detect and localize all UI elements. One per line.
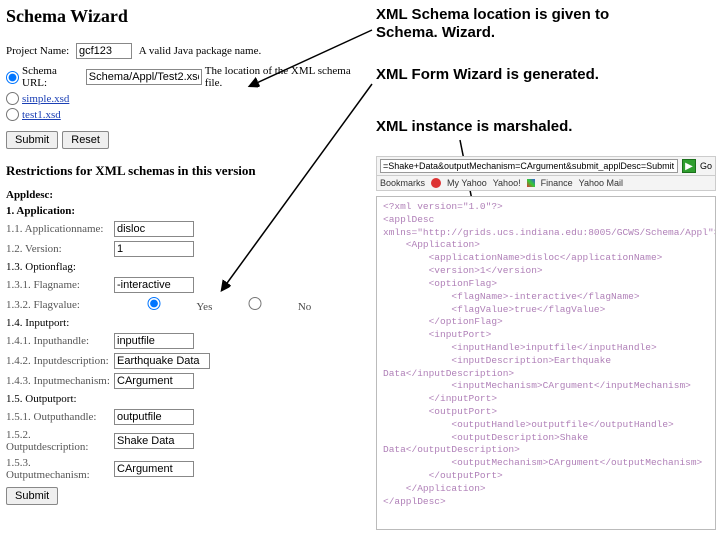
address-bar-input[interactable] — [380, 159, 678, 173]
bm-yahoo[interactable]: Yahoo! — [493, 178, 521, 188]
bm-myyahoo[interactable]: My Yahoo — [447, 178, 487, 188]
browser-toolbar: ▶ Go Bookmarks My Yahoo Yahoo! Finance Y… — [376, 156, 716, 191]
go-label: Go — [700, 161, 712, 171]
yahoo-icon — [431, 178, 441, 188]
go-button[interactable]: ▶ — [682, 159, 696, 173]
xml-output-panel: <?xml version="1.0"?> <applDesc xmlns="h… — [376, 196, 716, 530]
finance-icon — [527, 179, 535, 187]
bookmarks-label: Bookmarks — [380, 178, 425, 188]
bm-mail[interactable]: Yahoo Mail — [579, 178, 623, 188]
bm-finance[interactable]: Finance — [541, 178, 573, 188]
